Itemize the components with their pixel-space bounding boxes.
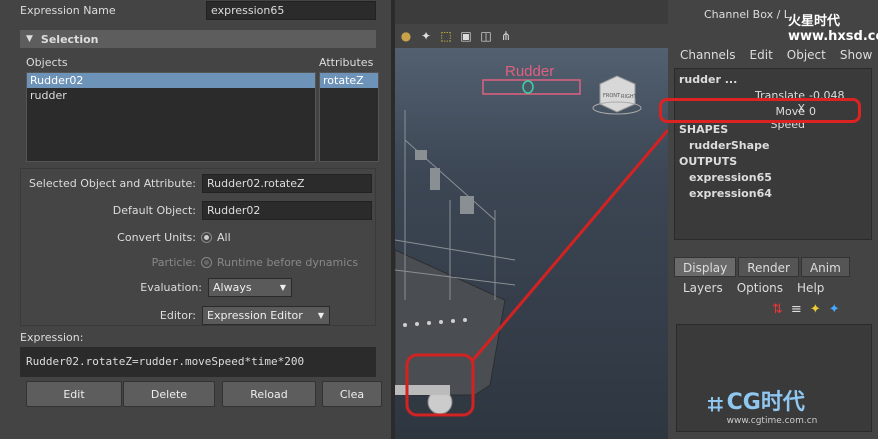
flag-2 (430, 168, 440, 190)
selected-object-row: Selected Object and Attribute: Rudder02.… (20, 173, 380, 193)
cg-logo-icon: ⌗ (708, 389, 723, 420)
radio-all[interactable] (202, 232, 211, 242)
expression-textarea[interactable]: Rudder02.rotateZ=rudder.moveSpeed*time*2… (20, 347, 376, 377)
editor-row: Editor: Expression Editor ▼ (20, 305, 380, 325)
output-item[interactable]: expression65 (689, 171, 772, 184)
new-layer-selected-icon[interactable]: ✦ (829, 302, 840, 317)
cg-logo-url: www.cgtime.com.cn (726, 416, 818, 426)
list-item[interactable]: rudder (27, 88, 315, 103)
shapes-header: SHAPES (679, 123, 729, 136)
rudder-control-circle (522, 80, 534, 94)
channel-box-panel: Channel Box / L 火星时代 www.hxsd.com Channe… (668, 0, 878, 439)
editor-label: Editor: (159, 308, 196, 322)
evaluation-row: Evaluation: Always ▼ (20, 277, 380, 297)
new-layer-icon[interactable]: ✦ (810, 302, 821, 317)
menu-layers[interactable]: Layers (683, 281, 723, 295)
reload-button[interactable]: Reload (222, 381, 316, 407)
radio-runtime[interactable] (202, 257, 211, 267)
menu-channels[interactable]: Channels (680, 48, 736, 62)
expression-name-label: Expression Name (20, 3, 116, 17)
watermark-logo: 火星时代 www.hxsd.com (788, 14, 878, 44)
particle-option: Runtime before dynamics (217, 255, 359, 269)
flag-3 (460, 196, 474, 214)
particle-row: Particle: Runtime before dynamics (20, 252, 380, 272)
viewport-scene: Rudder FRONT RIGHT (395, 63, 668, 417)
objects-label: Objects (26, 56, 68, 69)
evaluation-label: Evaluation: (140, 280, 202, 294)
selected-obj-attr-label: Selected Object and Attribute: (29, 176, 196, 190)
default-object-field[interactable]: Rudder02 (202, 200, 372, 220)
output-item[interactable]: expression64 (689, 187, 772, 200)
cg-logo: ⌗ CG时代 www.cgtime.com.cn (708, 384, 818, 427)
flag-1 (415, 150, 427, 160)
particle-label: Particle: (151, 255, 196, 269)
expression-editor-panel: Expression Name expression65 ▼ Selection… (0, 0, 395, 439)
channel-box-list: rudder ... Translate X -0.048 Move Speed… (674, 68, 872, 240)
tab-render[interactable]: Render (738, 257, 799, 277)
cube-right-label: RIGHT (621, 94, 638, 100)
clear-button[interactable]: Clea (322, 381, 382, 407)
default-object-row: Default Object: Rudder02 (20, 200, 380, 220)
editor-dropdown[interactable]: Expression Editor ▼ (202, 305, 330, 325)
menu-edit[interactable]: Edit (750, 48, 773, 62)
layer-menu: Layers Options Help (683, 281, 824, 295)
selected-obj-attr-field[interactable]: Rudder02.rotateZ (202, 173, 372, 193)
expression-name-field[interactable]: expression65 (206, 0, 376, 20)
propeller-shaft (395, 385, 450, 395)
layer-up-icon[interactable]: ⇅ (772, 302, 783, 317)
move-speed-highlight (659, 98, 861, 123)
attributes-list[interactable]: rotateZ (319, 72, 379, 162)
convert-units-row: Convert Units: All (20, 227, 380, 247)
list-item[interactable]: Rudder02 (27, 73, 315, 88)
cube-front-label: FRONT (603, 93, 621, 99)
menu-help[interactable]: Help (797, 281, 824, 295)
connector-line (471, 129, 668, 361)
convert-units-option: All (217, 230, 231, 244)
dropdown-arrow-icon: ▼ (279, 282, 287, 292)
menu-show[interactable]: Show (840, 48, 872, 62)
shape-name[interactable]: rudderShape (689, 139, 769, 152)
channel-box-menu: Channels Edit Object Show (680, 48, 872, 62)
layer-toolbar: ⇅ ≡ ✦ ✦ (772, 302, 840, 317)
expression-name-row: Expression Name expression65 (20, 0, 380, 20)
cg-logo-text: CG时代 (726, 390, 805, 415)
evaluation-dropdown[interactable]: Always ▼ (208, 277, 292, 297)
tab-display[interactable]: Display (674, 257, 737, 277)
object-name[interactable]: rudder ... (679, 73, 737, 86)
dropdown-arrow-icon: ▼ (317, 310, 325, 320)
tab-anim[interactable]: Anim (800, 257, 850, 277)
delete-button[interactable]: Delete (123, 381, 215, 407)
evaluation-value: Always (213, 280, 252, 294)
3d-viewport[interactable]: ● ✦ ⬚ ▣ ◫ ⋔ Rudder FRONT RIGHT (395, 0, 668, 439)
edit-button[interactable]: Edit (26, 381, 122, 407)
outputs-header: OUTPUTS (679, 155, 738, 168)
layer-stack-icon[interactable]: ≡ (791, 302, 802, 317)
expression-label: Expression: (20, 331, 84, 344)
attributes-label: Attributes (319, 56, 374, 69)
selection-section-header[interactable]: ▼ Selection (20, 30, 376, 48)
layer-tabs: Display Render Anim (674, 257, 850, 277)
editor-value: Expression Editor (207, 308, 303, 322)
menu-options[interactable]: Options (737, 281, 783, 295)
rudder-label: Rudder (505, 63, 554, 80)
channel-box-title: Channel Box / L (704, 8, 790, 21)
objects-list[interactable]: Rudder02 rudder (26, 72, 316, 162)
section-title: Selection (40, 32, 99, 46)
convert-units-label: Convert Units: (117, 230, 196, 244)
collapse-triangle-icon[interactable]: ▼ (26, 34, 33, 44)
default-object-label: Default Object: (112, 203, 196, 217)
list-item[interactable]: rotateZ (320, 73, 378, 88)
menu-object[interactable]: Object (787, 48, 826, 62)
